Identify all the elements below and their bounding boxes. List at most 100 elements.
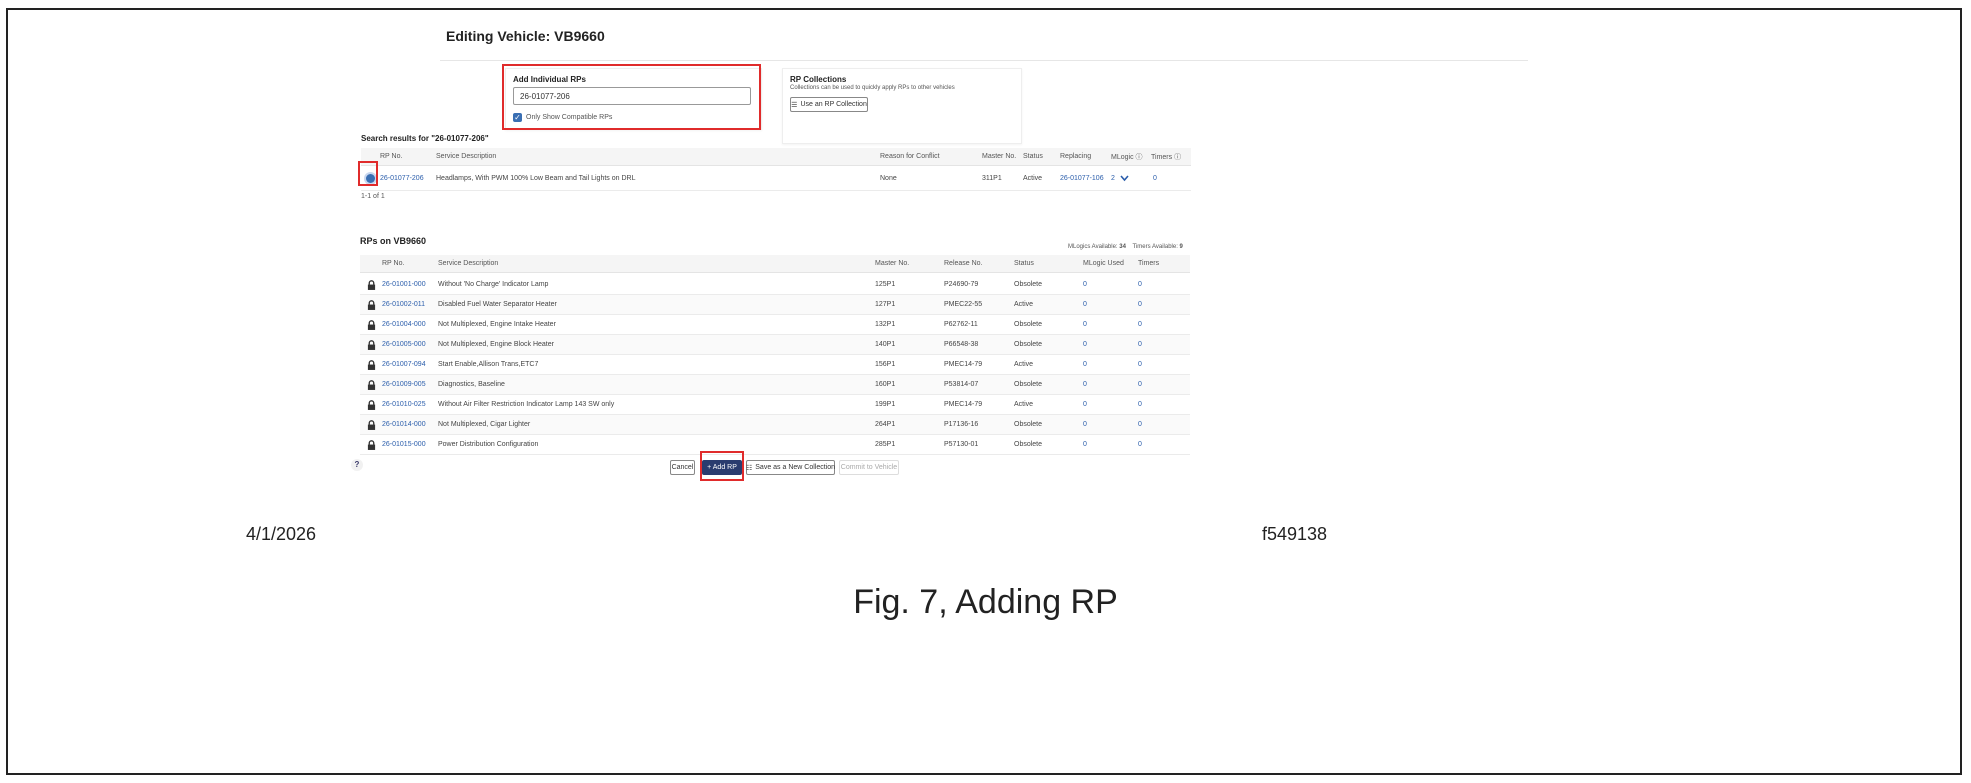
rp-number-link[interactable]: 26-01015-000 [382,435,426,454]
rp-number-link[interactable]: 26-01009-005 [382,375,426,394]
chevron-down-icon [1120,174,1129,181]
mlogic-used[interactable]: 0 [1083,395,1087,414]
col-mlogic: MLogic ⓘ [1111,153,1143,161]
lock-icon [367,340,376,350]
status: Active [1014,401,1034,408]
mlogic-used[interactable]: 0 [1083,375,1087,394]
col-timers: Timers [1138,260,1160,267]
only-compatible-label: Only Show Compatible RPs [526,114,613,121]
lock-icon [367,380,376,390]
release-no: P17136-16 [944,421,979,428]
table-row[interactable]: 26-01077-206 Headlamps, With PWM 100% Lo… [361,166,1191,191]
service-description: Diagnostics, Baseline [438,381,505,388]
service-description: Without 'No Charge' Indicator Lamp [438,281,549,288]
add-rp-button[interactable]: + Add RP [702,460,742,475]
rp-search-input[interactable]: 26-01077-206 [513,87,751,105]
only-compatible-checkbox[interactable]: ✓ [513,113,522,122]
radio-selected-icon [366,173,375,183]
timers[interactable]: 0 [1138,435,1142,454]
col-service-description: Service Description [438,260,499,267]
save-as-collection-button[interactable]: ☷ Save as a New Collection [746,460,835,475]
commit-to-vehicle-button[interactable]: Commit to Vehicle [839,460,899,475]
table-row: 26-01005-000 Not Multiplexed, Engine Blo… [360,335,1190,355]
col-replacing: Replacing [1060,153,1092,160]
footer-date: 4/1/2026 [246,524,317,544]
master-no: 132P1 [875,321,896,328]
table-row: 26-01009-005 Diagnostics, Baseline 160P1… [360,375,1190,395]
rp-number-link[interactable]: 26-01005-000 [382,335,426,354]
table-row: 26-01015-000 Power Distribution Configur… [360,435,1190,455]
rp-number-link[interactable]: 26-01004-000 [382,315,426,334]
search-results-heading: Search results for "26-01077-206" [361,134,489,143]
table-row: 26-01014-000 Not Multiplexed, Cigar Ligh… [360,415,1190,435]
table-row: 26-01001-000 Without 'No Charge' Indicat… [360,275,1190,295]
use-rp-collection-button[interactable]: ☰ Use an RP Collection [790,97,868,112]
release-no: PMEC22-55 [944,301,983,308]
search-results-header: RP No. Service Description Reason for Co… [361,148,1191,166]
table-row: 26-01010-025 Without Air Filter Restrict… [360,395,1190,415]
rp-number-link[interactable]: 26-01001-000 [382,275,426,294]
mlogic-used[interactable]: 0 [1083,435,1087,454]
lock-icon [367,440,376,450]
col-master-no: Master No. [982,153,1017,160]
mlogic-used[interactable]: 0 [1083,275,1087,294]
service-description: Power Distribution Configuration [438,441,539,448]
mlogic-used[interactable]: 0 [1083,315,1087,334]
list-icon: ☷ [745,464,753,472]
timers-available-label: Timers Available: [1132,244,1178,250]
timers[interactable]: 0 [1138,355,1142,374]
master-no: 125P1 [875,281,896,288]
col-rp-no: RP No. [380,153,403,160]
title-divider [440,60,1528,61]
lock-icon [367,300,376,310]
col-mlogic-used: MLogic Used [1083,260,1124,267]
timers[interactable]: 0 [1138,415,1142,434]
timers-count[interactable]: 0 [1153,166,1157,190]
cancel-button[interactable]: Cancel [670,460,695,475]
release-no: PMEC14-79 [944,401,983,408]
timers[interactable]: 0 [1138,275,1142,294]
timers[interactable]: 0 [1138,315,1142,334]
rp-number-link[interactable]: 26-01007-094 [382,355,426,374]
status: Obsolete [1014,421,1043,428]
help-icon[interactable]: ? [351,459,363,471]
lock-icon [367,420,376,430]
master-no: 199P1 [875,401,896,408]
master-no: 160P1 [875,381,896,388]
rp-collections-card: RP Collections Collections can be used t… [782,68,1022,144]
rp-collections-text: Collections can be used to quickly apply… [790,85,955,91]
rp-number-link[interactable]: 26-01077-206 [380,166,424,190]
mlogic-used[interactable]: 0 [1083,355,1087,374]
status: Obsolete [1014,341,1043,348]
service-description: Not Multiplexed, Engine Block Heater [438,341,554,348]
status: Active [1014,361,1034,368]
col-master-no: Master No. [875,260,910,267]
timers[interactable]: 0 [1138,335,1142,354]
status: Obsolete [1014,281,1043,288]
table-row: 26-01002-011 Disabled Fuel Water Separat… [360,295,1190,315]
timers[interactable]: 0 [1138,295,1142,314]
use-rp-collection-label: Use an RP Collection [800,101,867,108]
rp-number-link[interactable]: 26-01010-025 [382,395,426,414]
timers[interactable]: 0 [1138,375,1142,394]
rp-number-link[interactable]: 26-01014-000 [382,415,426,434]
rp-number-link[interactable]: 26-01002-011 [382,295,425,314]
service-description: Without Air Filter Restriction Indicator… [438,401,615,408]
select-radio[interactable] [366,166,375,190]
mlogic-used[interactable]: 0 [1083,335,1087,354]
save-as-collection-label: Save as a New Collection [755,464,836,471]
release-no: P53814-07 [944,381,979,388]
mlogic-count: 2 [1111,174,1115,182]
mlogic-used[interactable]: 0 [1083,415,1087,434]
mlogic-used[interactable]: 0 [1083,295,1087,314]
timers[interactable]: 0 [1138,395,1142,414]
release-no: P62762-11 [944,321,978,328]
mlogics-available-label: MLogics Available: [1068,244,1118,250]
replacing-link[interactable]: 26-01077-106 [1060,166,1104,190]
rps-on-vehicle-heading: RPs on VB9660 [360,236,427,246]
master-no: 140P1 [875,341,896,348]
rps-on-vehicle-header: RP No. Service Description Master No. Re… [360,255,1190,273]
status: Obsolete [1014,321,1043,328]
col-timers: Timers ⓘ [1151,153,1182,161]
mlogic-toggle[interactable]: 2 [1111,166,1129,190]
